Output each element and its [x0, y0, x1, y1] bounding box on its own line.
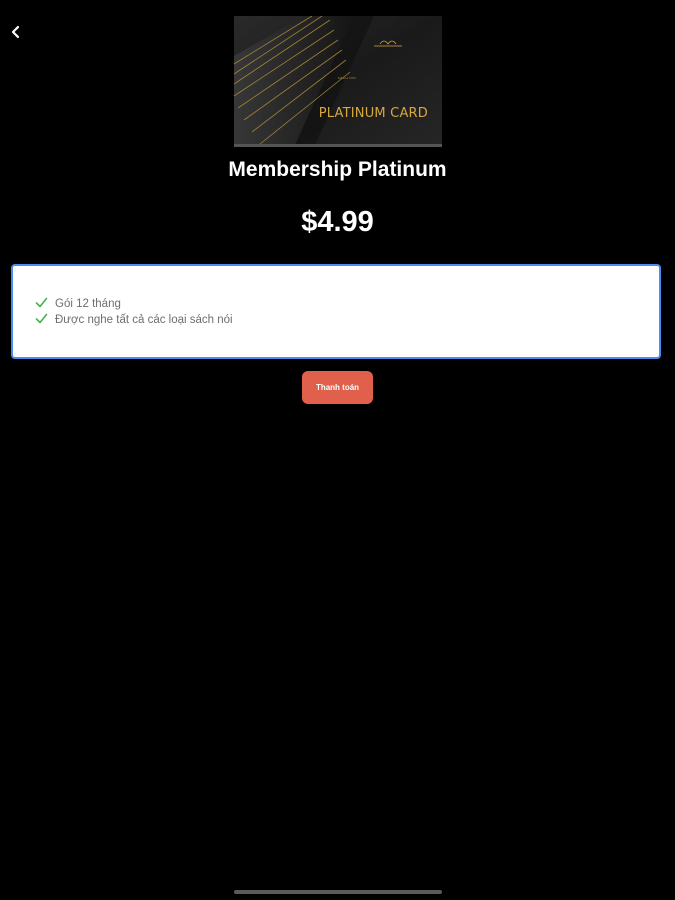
card-brand-text: SÁCH NÓI: [337, 76, 357, 80]
plan-price: $4.99: [301, 206, 374, 238]
pay-button[interactable]: Thanh toán: [302, 371, 373, 404]
card-label: PLATINUM CARD: [318, 106, 428, 121]
back-button[interactable]: [4, 22, 28, 46]
feature-item: Được nghe tất cả các loại sách nói: [35, 312, 659, 328]
feature-text: Được nghe tất cả các loại sách nói: [55, 314, 233, 326]
feature-text: Gói 12 tháng: [55, 298, 121, 310]
chevron-left-icon: [9, 25, 23, 44]
platinum-card-image: SÁCH NÓI PLATINUM CARD: [234, 16, 442, 147]
check-icon: [35, 311, 48, 329]
features-box: Gói 12 tháng Được nghe tất cả các loại s…: [11, 264, 661, 359]
home-indicator[interactable]: [234, 890, 442, 894]
feature-item: Gói 12 tháng: [35, 296, 659, 312]
plan-title: Membership Platinum: [228, 158, 447, 181]
